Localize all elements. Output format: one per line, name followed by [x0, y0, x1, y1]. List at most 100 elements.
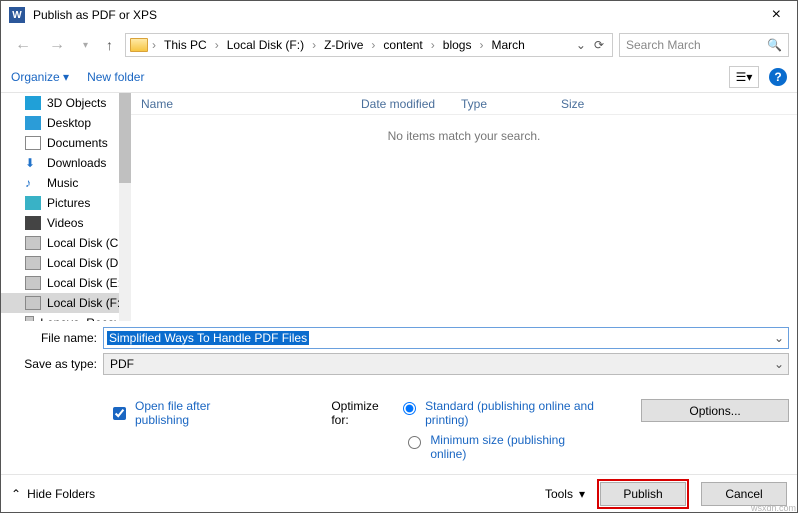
scrollbar-thumb[interactable]: [119, 93, 131, 183]
fields-area: File name: Simplified Ways To Handle PDF…: [1, 321, 797, 381]
nav-bar: ← → ▾ ↑ › This PC › Local Disk (F:) › Z-…: [1, 29, 797, 61]
disk-icon: [25, 296, 41, 310]
optimize-label: Optimize for:: [331, 399, 392, 427]
chevron-down-icon[interactable]: ⌄: [774, 357, 784, 371]
desktop-icon: [25, 116, 41, 130]
savetype-select[interactable]: PDF ⌄: [103, 353, 789, 375]
chevron-right-icon[interactable]: ›: [477, 38, 485, 52]
filename-label: File name:: [9, 331, 103, 345]
pictures-icon: [25, 196, 41, 210]
tree-item-disk-e[interactable]: Local Disk (E:): [1, 273, 131, 293]
optimize-minimum-label: Minimum size (publishing online): [430, 433, 600, 461]
chevron-down-icon: ▾: [579, 487, 585, 501]
chevron-right-icon[interactable]: ›: [150, 38, 158, 52]
tree-item-3d-objects[interactable]: 3D Objects: [1, 93, 131, 113]
search-input[interactable]: Search March 🔍: [619, 33, 789, 57]
folder-icon: [130, 38, 148, 52]
chevron-right-icon[interactable]: ›: [429, 38, 437, 52]
open-after-label: Open file after publishing: [135, 399, 261, 427]
videos-icon: [25, 216, 41, 230]
tree-item-downloads[interactable]: ⬇Downloads: [1, 153, 131, 173]
search-placeholder: Search March: [626, 38, 701, 52]
window-title: Publish as PDF or XPS: [33, 8, 764, 22]
column-type[interactable]: Type: [451, 97, 551, 111]
forward-icon[interactable]: →: [43, 36, 71, 54]
breadcrumb[interactable]: content: [379, 38, 426, 52]
address-bar[interactable]: › This PC › Local Disk (F:) › Z-Drive › …: [125, 33, 613, 57]
body-area: 3D Objects Desktop Documents ⬇Downloads …: [1, 93, 797, 321]
chevron-right-icon[interactable]: ›: [310, 38, 318, 52]
tree-item-disk-f[interactable]: Local Disk (F:): [1, 293, 131, 313]
empty-list-message: No items match your search.: [131, 115, 797, 143]
open-after-checkbox[interactable]: Open file after publishing: [109, 399, 261, 427]
new-folder-button[interactable]: New folder: [87, 70, 144, 84]
filename-input[interactable]: Simplified Ways To Handle PDF Files ⌄: [103, 327, 789, 349]
optimize-group: Optimize for: Standard (publishing onlin…: [331, 399, 789, 467]
publish-highlight: Publish: [597, 479, 689, 509]
optimize-standard-radio[interactable]: [403, 402, 416, 415]
hide-folders-label: Hide Folders: [27, 487, 95, 501]
tree-item-music[interactable]: ♪Music: [1, 173, 131, 193]
tree-item-disk-d[interactable]: Local Disk (D:): [1, 253, 131, 273]
word-icon: W: [9, 7, 25, 23]
3d-objects-icon: [25, 96, 41, 110]
column-date[interactable]: Date modified: [351, 97, 451, 111]
options-area: Open file after publishing Optimize for:…: [1, 381, 797, 477]
up-icon[interactable]: ↑: [100, 37, 119, 53]
help-icon[interactable]: ?: [769, 68, 787, 86]
disk-icon: [25, 256, 41, 270]
hide-folders-button[interactable]: ⌃ Hide Folders: [11, 487, 95, 501]
file-list-pane: Name Date modified Type Size No items ma…: [131, 93, 797, 321]
view-options-button[interactable]: ☰▾: [729, 66, 759, 88]
chevron-up-icon: ⌃: [11, 487, 21, 501]
navigation-tree[interactable]: 3D Objects Desktop Documents ⬇Downloads …: [1, 93, 131, 321]
tree-item-pictures[interactable]: Pictures: [1, 193, 131, 213]
tree-item-desktop[interactable]: Desktop: [1, 113, 131, 133]
recent-chevron-icon[interactable]: ▾: [77, 40, 94, 51]
cancel-button[interactable]: Cancel: [701, 482, 787, 506]
filename-value: Simplified Ways To Handle PDF Files: [107, 331, 309, 345]
music-icon: ♪: [25, 176, 41, 190]
watermark: wsxdn.com: [751, 503, 796, 513]
command-bar: Organize ▾ New folder ☰▾ ?: [1, 61, 797, 93]
publish-button[interactable]: Publish: [600, 482, 686, 506]
documents-icon: [25, 136, 41, 150]
downloads-icon: ⬇: [25, 156, 41, 170]
column-name[interactable]: Name: [131, 97, 351, 111]
breadcrumb[interactable]: Z-Drive: [320, 38, 367, 52]
savetype-value: PDF: [110, 357, 134, 371]
refresh-icon[interactable]: ⟳: [594, 38, 604, 52]
chevron-right-icon[interactable]: ›: [213, 38, 221, 52]
tools-menu[interactable]: Tools ▾: [545, 487, 585, 501]
tree-item-lenovo-recover[interactable]: Lenovo_Recover: [1, 313, 131, 321]
column-headers: Name Date modified Type Size: [131, 93, 797, 115]
tree-item-documents[interactable]: Documents: [1, 133, 131, 153]
tools-label: Tools: [545, 487, 573, 501]
tree-item-videos[interactable]: Videos: [1, 213, 131, 233]
close-icon[interactable]: ×: [764, 6, 789, 24]
titlebar: W Publish as PDF or XPS ×: [1, 1, 797, 29]
optimize-minimum-radio[interactable]: [408, 436, 421, 449]
savetype-label: Save as type:: [9, 357, 103, 371]
organize-menu[interactable]: Organize ▾: [11, 70, 69, 84]
chevron-down-icon: ▾: [63, 70, 69, 84]
search-icon: 🔍: [767, 38, 782, 52]
tree-scrollbar[interactable]: [119, 93, 131, 321]
tree-item-disk-c[interactable]: Local Disk (C:): [1, 233, 131, 253]
footer: ⌃ Hide Folders Tools ▾ Publish Cancel: [1, 474, 797, 512]
disk-icon: [25, 236, 41, 250]
chevron-right-icon[interactable]: ›: [369, 38, 377, 52]
disk-icon: [25, 316, 34, 321]
open-after-input[interactable]: [113, 407, 126, 420]
breadcrumb[interactable]: This PC: [160, 38, 211, 52]
optimize-standard-label: Standard (publishing online and printing…: [425, 399, 595, 427]
breadcrumb[interactable]: blogs: [439, 38, 476, 52]
options-button[interactable]: Options...: [641, 399, 789, 422]
dialog-window: W Publish as PDF or XPS × ← → ▾ ↑ › This…: [0, 0, 798, 513]
breadcrumb[interactable]: March: [487, 38, 528, 52]
back-icon[interactable]: ←: [9, 36, 37, 54]
breadcrumb[interactable]: Local Disk (F:): [223, 38, 308, 52]
chevron-down-icon[interactable]: ⌄: [576, 38, 586, 52]
column-size[interactable]: Size: [551, 97, 594, 111]
chevron-down-icon[interactable]: ⌄: [774, 331, 784, 345]
